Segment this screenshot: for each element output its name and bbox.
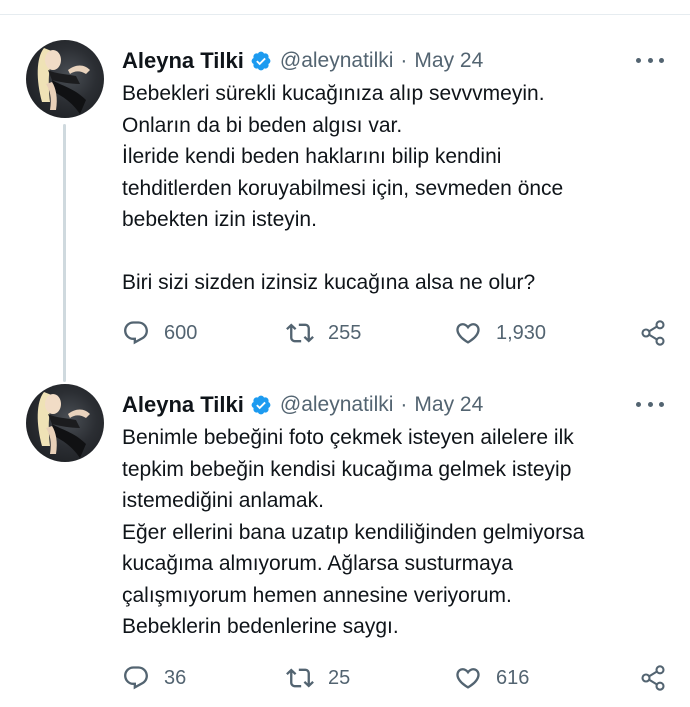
author-handle[interactable]: @aleynatilki [280,393,394,417]
reply-count: 36 [164,666,187,689]
tweet-actions: 36 25 616 [122,662,667,694]
thread-connector-line [63,124,66,382]
tweet-text-line: çalışmıyorum hemen annesine veriyorum. [122,583,512,607]
tweet-text: Benimle bebeğini foto çekmek isteyen ail… [122,422,662,643]
heart-icon [456,323,480,344]
avatar[interactable] [26,384,104,462]
tweet-text-line: Bebeklerin bedenlerine saygı. [122,615,399,638]
avatar-photo [37,48,90,114]
tweet-text-line: bebekten izin isteyin. [122,208,317,231]
tweet-header: Aleyna Tilki @aleynatilki · May 24 [122,46,483,76]
tweet-text-line: istemediğini anlamak. [122,489,324,512]
share-button[interactable] [639,662,667,694]
tweet-text-line: Benimle bebeğini foto çekmek isteyen ail… [122,426,574,449]
reply-icon [124,666,148,690]
top-divider [0,14,690,15]
share-button[interactable] [639,317,667,349]
retweet-count: 25 [328,666,351,689]
author-handle[interactable]: @aleynatilki [280,49,394,73]
reply-button[interactable]: 36 [122,662,186,694]
retweet-button[interactable]: 25 [286,662,350,694]
reply-icon [124,321,148,345]
more-dots-icon[interactable] [636,52,664,68]
reply-count: 600 [164,321,198,344]
author-name[interactable]: Aleyna Tilki [122,392,244,418]
tweet-text-line: İleride kendi beden haklarını bilip kend… [122,145,502,168]
tweet-actions: 600 255 1,930 [122,317,667,349]
retweet-count: 255 [328,321,362,344]
tweet-header: Aleyna Tilki @aleynatilki · May 24 [122,390,483,420]
tweet-text-line: tehditlerden koruyabilmesi için, sevmede… [122,176,564,200]
more-dots-icon[interactable] [636,396,664,412]
avatar-photo [37,392,90,458]
tweet-text-line: kucağıma almıyorum. Ağlarsa susturmaya [122,552,513,575]
verified-badge-icon [250,394,272,416]
separator-dot: · [400,49,408,72]
tweet-date[interactable]: May 24 [414,393,483,417]
share-icon [641,665,665,691]
tweet-date[interactable]: May 24 [414,49,483,73]
retweet-icon [286,668,314,688]
share-icon [641,320,665,346]
reply-button[interactable]: 600 [122,317,197,349]
retweet-icon [286,323,314,343]
like-count: 1,930 [496,321,547,344]
like-button[interactable]: 1,930 [454,317,546,349]
tweet-text-blank-line [122,236,662,268]
like-button[interactable]: 616 [454,662,529,694]
tweet-text-line: Biri sizi sizden izinsiz kucağına alsa n… [122,271,536,294]
author-name[interactable]: Aleyna Tilki [122,48,244,74]
tweet-text-line: Eğer ellerini bana uzatıp kendiliğinden … [122,520,585,544]
tweet-text: Bebekleri sürekli kucağınıza alıp sevvvm… [122,78,662,299]
retweet-button[interactable]: 255 [286,317,361,349]
tweet-text-line: Onların da bi beden algısı var. [122,113,403,137]
separator-dot: · [400,393,408,416]
tweet-text-line: tepkim bebeğin kendisi kucağıma gelmek i… [122,457,572,481]
tweet[interactable]: Aleyna Tilki @aleynatilki · May 24 Bebek… [0,40,690,382]
tweet[interactable]: Aleyna Tilki @aleynatilki · May 24 Benim… [0,384,690,707]
like-count: 616 [496,666,530,689]
tweet-text-line: Bebekleri sürekli kucağınıza alıp sevvvm… [122,82,545,105]
heart-icon [456,668,480,689]
avatar[interactable] [26,40,104,118]
verified-badge-icon [250,50,272,72]
